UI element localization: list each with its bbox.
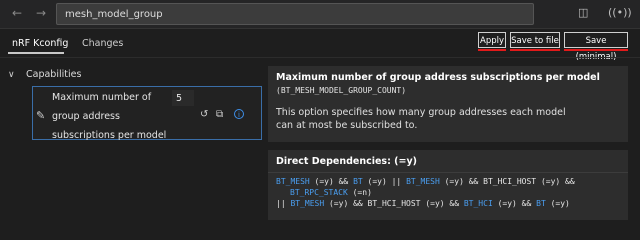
tabs-divider	[0, 57, 640, 58]
dependencies-title: Direct Dependencies: (=y)	[276, 156, 418, 167]
reset-icon[interactable]: ↺	[200, 109, 208, 120]
symbol-link[interactable]: BT	[353, 177, 363, 186]
forward-arrow-icon[interactable]: →	[36, 6, 46, 20]
chevron-down-icon[interactable]: ∨	[8, 70, 15, 80]
back-arrow-icon[interactable]: ←	[12, 6, 22, 20]
symbol-link[interactable]: BT_MESH	[406, 177, 440, 186]
pencil-icon: ✎	[36, 109, 46, 122]
help-panel: Maximum number of group address subscrip…	[268, 66, 628, 142]
symbol-link[interactable]: BT_MESH	[276, 177, 310, 186]
config-item-label: Maximum number of group address subscrip…	[52, 88, 168, 145]
dependency-text: (=y) && BT_HCI_HOST (=y) &&	[439, 177, 575, 186]
dependency-text: (=y) && BT_HCI_HOST (=y) &&	[324, 199, 464, 208]
dependency-text: (=y) ||	[362, 177, 407, 186]
dependency-line-1: BT_MESH (=y) && BT (=y) || BT_MESH (=y) …	[276, 177, 575, 186]
save-to-file-button[interactable]: Save to file	[510, 32, 560, 48]
symbol-link[interactable]: BT_RPC_STACK	[290, 188, 348, 197]
tab-nrf-kconfig[interactable]: nRF Kconfig	[12, 38, 68, 49]
dependency-text: (=y) &&	[492, 199, 537, 208]
broadcast-icon[interactable]: ((•))	[608, 6, 632, 19]
dependency-line-2: BT_RPC_STACK (=n)	[290, 188, 372, 197]
save-to-file-highlight	[510, 49, 560, 51]
help-symbol: (BT_MESH_MODEL_GROUP_COUNT)	[276, 86, 407, 95]
help-title: Maximum number of group address subscrip…	[276, 72, 600, 83]
symbol-link[interactable]: BT	[536, 199, 546, 208]
dependency-text: ||	[276, 199, 291, 208]
config-item-label-line-2: group address	[52, 111, 120, 122]
tab-changes[interactable]: Changes	[82, 38, 123, 49]
apply-button-highlight	[478, 49, 506, 51]
config-item-label-line-3: subscriptions per model	[52, 130, 167, 141]
save-minimal-button[interactable]: Save (minimal)	[564, 32, 628, 62]
help-description: This option specifies how many group add…	[276, 107, 566, 131]
dependencies-divider	[268, 172, 628, 173]
dependency-line-3: || BT_MESH (=y) && BT_HCI_HOST (=y) && B…	[276, 199, 570, 208]
info-icon[interactable]: i	[234, 109, 244, 119]
symbol-link[interactable]: BT_MESH	[290, 199, 324, 208]
top-bar: ← → ◫ ((•))	[0, 0, 640, 29]
apply-button[interactable]: Apply	[478, 32, 506, 48]
active-tab-indicator	[8, 52, 64, 54]
symbol-link[interactable]: BT_HCI	[464, 199, 493, 208]
dependency-text: (=y)	[545, 199, 570, 208]
save-minimal-highlight	[564, 49, 628, 51]
value-input[interactable]	[172, 90, 194, 106]
copy-icon[interactable]: ⧉	[216, 109, 223, 120]
split-editor-icon[interactable]: ◫	[578, 6, 588, 19]
dependency-text: (=y) &&	[309, 177, 354, 186]
search-box	[56, 3, 534, 25]
config-item-label-line-1: Maximum number of	[52, 92, 152, 103]
search-input[interactable]	[57, 4, 533, 24]
dependencies-panel: Direct Dependencies: (=y) BT_MESH (=y) &…	[268, 150, 628, 220]
category-capabilities[interactable]: Capabilities	[26, 69, 81, 80]
dependency-text: (=n)	[347, 188, 372, 197]
